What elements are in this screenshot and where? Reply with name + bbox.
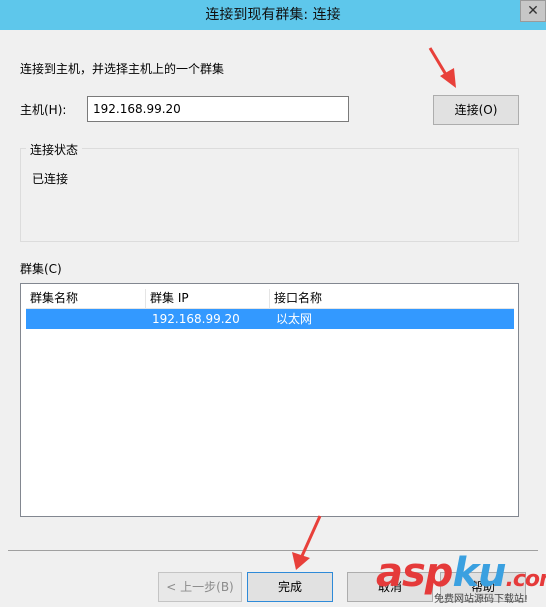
connect-button[interactable]: 连接(O) — [433, 95, 519, 125]
cluster-list[interactable]: 群集名称 群集 IP 接口名称 192.168.99.20 以太网 — [20, 283, 519, 517]
annotation-arrow-finish — [292, 515, 322, 570]
instruction-text: 连接到主机，并选择主机上的一个群集 — [20, 62, 225, 76]
watermark-subtitle: 免费网站源码下载站! — [434, 594, 529, 605]
title-bar: 连接到现有群集: 连接 ✕ — [0, 0, 546, 30]
column-header-cluster-ip[interactable]: 群集 IP — [146, 289, 270, 308]
connection-status-value: 已连接 — [32, 172, 69, 186]
column-header-cluster-name[interactable]: 群集名称 — [26, 289, 146, 308]
cluster-list-header: 群集名称 群集 IP 接口名称 — [26, 289, 514, 309]
host-label: 主机(H): — [20, 103, 67, 117]
interface-name-cell: 以太网 — [276, 312, 313, 326]
close-button[interactable]: ✕ — [520, 0, 546, 22]
finish-button[interactable]: 完成 — [247, 572, 333, 602]
connection-status-group — [20, 148, 519, 242]
column-header-interface-name[interactable]: 接口名称 — [270, 289, 514, 308]
previous-button[interactable]: < 上一步(B) — [158, 572, 242, 602]
cluster-name-cell — [26, 309, 152, 329]
watermark-logo: aspku.com 免费网站源码下载站! — [376, 548, 546, 607]
cluster-row[interactable]: 192.168.99.20 以太网 — [26, 309, 514, 329]
host-input[interactable] — [87, 96, 349, 122]
window-title: 连接到现有群集: 连接 — [205, 7, 341, 23]
cluster-list-label: 群集(C) — [20, 262, 62, 276]
connection-status-legend: 连接状态 — [26, 141, 83, 158]
close-icon: ✕ — [527, 3, 539, 19]
annotation-arrow-connect — [428, 47, 456, 88]
cluster-ip-cell: 192.168.99.20 — [152, 312, 240, 326]
